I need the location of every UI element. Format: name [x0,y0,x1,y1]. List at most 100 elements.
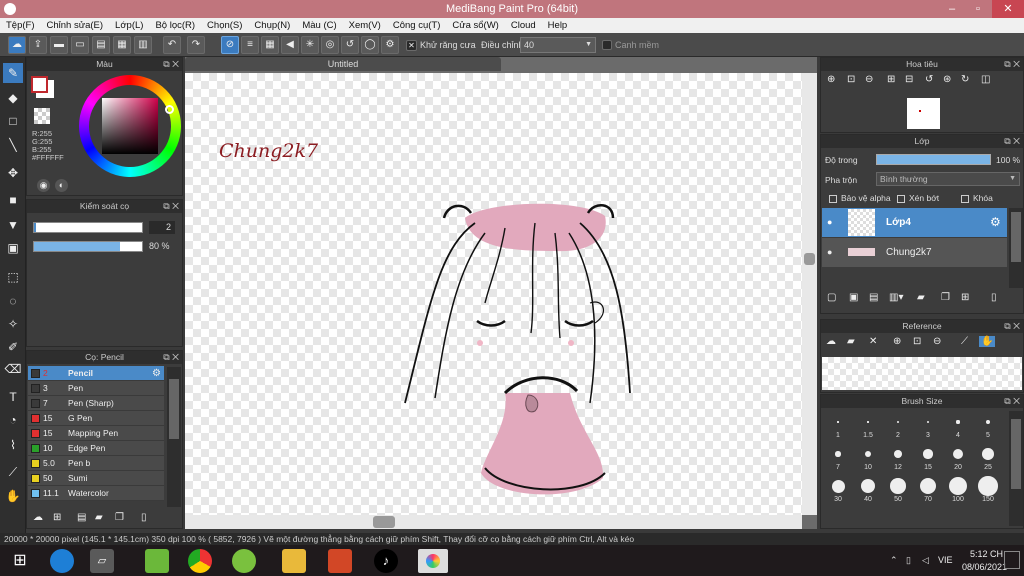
volume-icon[interactable]: ◁ [922,555,929,566]
move-tool-icon[interactable]: ✥ [3,163,23,183]
new-halftone-layer-icon[interactable]: ▣ [849,292,858,303]
menu-layer[interactable]: Lớp(L) [109,18,149,33]
brush-size-option[interactable]: 3 [914,412,942,439]
brush-item[interactable]: 10 Edge Pen [28,441,164,456]
panel-close-icon[interactable]: ⧉ ✕ [1004,58,1020,71]
visibility-icon[interactable]: ● [827,208,832,237]
curve-snap-icon[interactable]: ↺ [341,36,359,54]
hand-icon[interactable]: ✋ [979,336,996,347]
menu-window[interactable]: Cửa sổ(W) [446,18,504,33]
menu-file[interactable]: Tệp(F) [0,18,41,33]
saturation-square[interactable] [102,98,158,154]
chrome-icon[interactable] [188,549,212,573]
brush-item[interactable]: 7 Pen (Sharp) [28,396,164,411]
select-rect-icon[interactable]: ⬚ [3,267,23,287]
zoom-out-icon[interactable]: ⊖ [933,336,941,347]
eyedropper-icon[interactable]: ⟋ [961,336,968,347]
brush-item[interactable]: 15 Mapping Pen [28,426,164,441]
rotate-left-icon[interactable]: ↺ [925,74,933,85]
pen-select-icon[interactable]: ⟋ [3,462,23,482]
balloon-tool-icon[interactable]: ◔ [3,410,23,430]
parallel-snap-icon[interactable]: ≡ [241,36,259,54]
brush-add-icon[interactable]: ⊞ [53,512,61,523]
lasso-icon[interactable]: ◌ [3,291,23,311]
new-layer-icon[interactable]: ▢ [827,292,836,303]
visibility-icon[interactable]: ● [827,238,832,267]
minimize-button[interactable]: – [938,0,966,18]
fill-rect-tool-icon[interactable]: ■ [3,190,23,210]
brush-size-option[interactable]: 4 [944,412,972,439]
vanish-snap-icon[interactable]: ◀ [281,36,299,54]
network-icon[interactable]: ▯ [906,555,911,566]
adjust-select[interactable]: 40 ▼ [520,37,596,53]
menu-select[interactable]: Chọn(S) [201,18,248,33]
brush-add-cloud-icon[interactable]: ☁ [33,512,43,523]
folder-icon[interactable]: ▱ [90,549,114,573]
page-icon[interactable]: ▤ [92,36,110,54]
fit-window-icon[interactable]: ⊟ [905,74,913,85]
document-tab[interactable]: Untitled [185,57,501,71]
shape-tool-icon[interactable]: □ [3,111,23,131]
snap-checkbox[interactable] [602,40,612,50]
message-icon[interactable]: ▭ [71,36,89,54]
zoom-fit-icon[interactable]: ⊡ [913,336,921,347]
notification-icon[interactable] [1004,551,1020,569]
menu-capture[interactable]: Chụp(N) [248,18,296,33]
brush-size-option[interactable]: 1 [824,412,852,439]
dropper-tool-icon[interactable]: ⌇ [3,435,23,455]
palette-icon[interactable]: ◉ [37,179,50,192]
magic-wand-icon[interactable]: ✧ [3,314,23,334]
transparent-color[interactable] [34,108,50,124]
brush-size-option[interactable]: 12 [884,444,912,471]
medibang-taskbar-icon[interactable] [418,549,448,573]
snap-settings-icon[interactable]: ⚙ [381,36,399,54]
panel-close-icon[interactable]: ⧉ ✕ [1004,395,1020,408]
select-pen-icon[interactable]: ✐ [3,337,23,357]
close-button[interactable]: ✕ [992,0,1024,18]
ellipse-snap-icon[interactable]: ◯ [361,36,379,54]
zoom-in-icon[interactable]: ⊕ [827,74,835,85]
folder-icon[interactable]: ▰ [917,292,925,303]
panel-close-icon[interactable]: ⧉ ✕ [1004,135,1020,148]
brush-size-option[interactable]: 5 [974,412,1002,439]
brush-size-option[interactable]: 100 [944,476,972,503]
snap-off-icon[interactable]: ⊘ [221,36,239,54]
brush-item[interactable]: 2 Pencil ⚙ [28,366,164,381]
brush-size-option[interactable]: 20 [944,444,972,471]
redo-icon[interactable]: ↷ [187,36,205,54]
size-slider[interactable] [33,222,143,233]
app-icon[interactable] [232,549,256,573]
brush-size-option[interactable]: 10 [854,444,882,471]
menu-filter[interactable]: Bộ lọc(R) [149,18,201,33]
bucket-tool-icon[interactable]: ▼ [3,215,23,235]
menu-help[interactable]: Help [542,18,574,33]
undo-icon[interactable]: ↶ [163,36,181,54]
cloud-icon[interactable]: ☁ [8,36,26,54]
circle-snap-icon[interactable]: ◎ [321,36,339,54]
duplicate-layer-icon[interactable]: ❐ [941,292,950,303]
brush-size-option[interactable]: 150 [974,476,1002,503]
tiktok-icon[interactable]: ♪ [374,549,398,573]
menu-cloud[interactable]: Cloud [505,18,542,33]
rotate-reset-icon[interactable]: ⊛ [943,74,951,85]
new-8bit-layer-icon[interactable]: ▤ [869,292,878,303]
vertical-scrollbar[interactable] [802,73,817,515]
layer-menu-icon[interactable]: ▥▾ [889,292,903,303]
zoom-actual-icon[interactable]: ⊞ [887,74,895,85]
brush-size-option[interactable]: 1.5 [854,412,882,439]
text-tool-icon[interactable]: T [3,387,23,407]
brush-tool-icon[interactable]: ✎ [3,63,23,83]
zoom-in-icon[interactable]: ⊕ [893,336,901,347]
brush-size-scrollbar[interactable] [1009,411,1023,526]
maximize-button[interactable]: ▫ [964,0,992,18]
zoom-out-icon[interactable]: ⊖ [865,74,873,85]
primary-color[interactable] [31,76,48,93]
brush-item[interactable]: 11.1 Watercolor [28,486,164,501]
brush-size-option[interactable]: 70 [914,476,942,503]
page-list-icon[interactable]: ▦ [113,36,131,54]
menu-color[interactable]: Màu (C) [296,18,342,33]
opacity-slider[interactable] [33,241,143,252]
file-explorer-icon[interactable] [282,549,306,573]
line-tool-icon[interactable]: ╲ [3,135,23,155]
layer-row[interactable]: ● Chung2k7 [822,238,1007,267]
